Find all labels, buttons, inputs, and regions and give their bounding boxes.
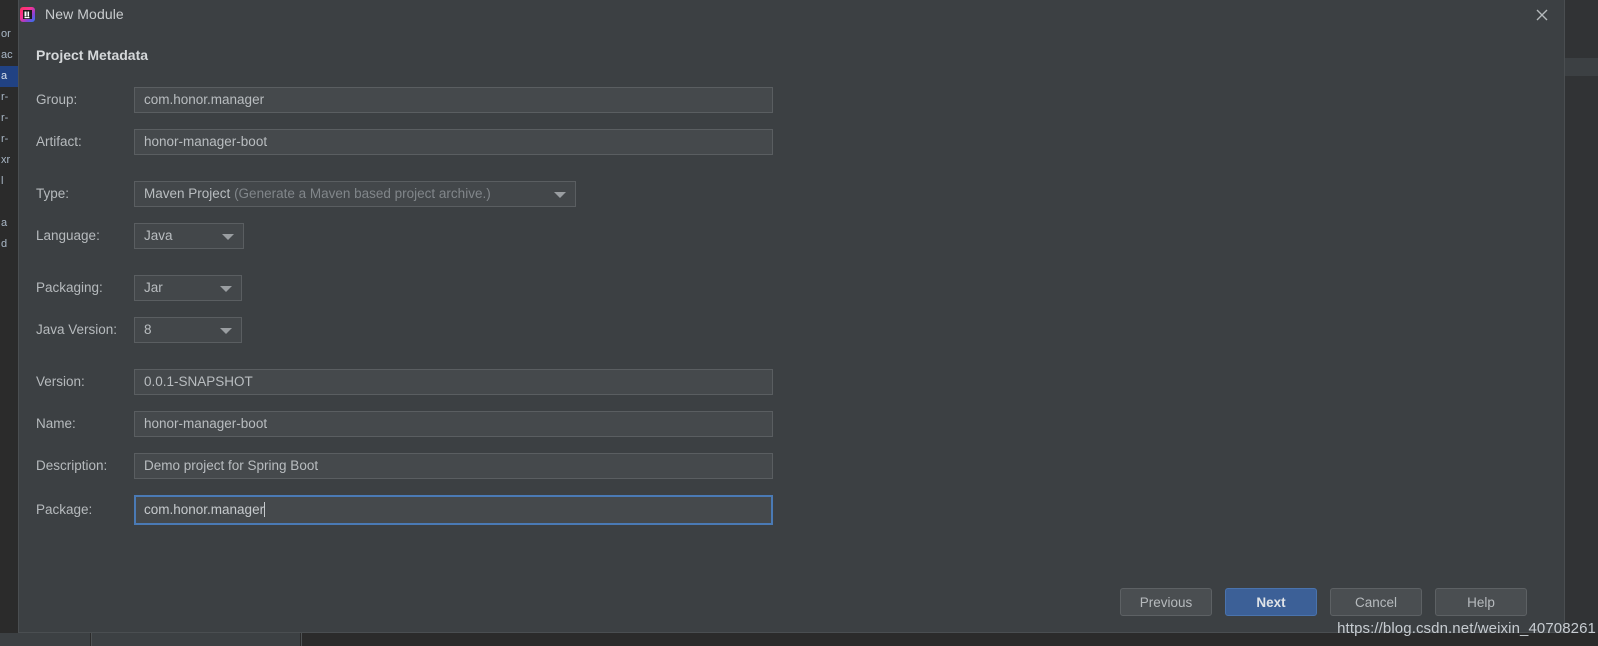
type-dropdown[interactable]: Maven Project (Generate a Maven based pr… [134, 181, 576, 207]
dialog-title-bar: New Module [19, 0, 1564, 31]
package-input[interactable]: com.honor.manager [134, 495, 773, 525]
status-divider-2 [301, 633, 302, 646]
page-title: Project Metadata [36, 47, 149, 63]
packaging-dropdown[interactable]: Jar [134, 275, 242, 301]
chevron-down-icon [220, 328, 232, 334]
language-value: Java [144, 228, 173, 243]
label-artifact: Artifact: [36, 134, 82, 149]
new-module-dialog: New Module Project Metadata Group: com.h… [18, 0, 1565, 633]
status-divider-1 [91, 633, 92, 646]
chevron-down-icon [220, 286, 232, 292]
label-packaging: Packaging: [36, 280, 103, 295]
help-button[interactable]: Help [1435, 588, 1527, 616]
text-caret [264, 502, 266, 517]
language-dropdown[interactable]: Java [134, 223, 244, 249]
watermark-text: https://blog.csdn.net/weixin_40708261 [1337, 620, 1596, 637]
cancel-button[interactable]: Cancel [1330, 588, 1422, 616]
packaging-value: Jar [144, 280, 163, 295]
group-input[interactable]: com.honor.manager [134, 87, 773, 113]
label-name: Name: [36, 416, 76, 431]
chevron-down-icon [554, 192, 566, 198]
package-value: com.honor.manager [144, 502, 265, 517]
previous-button[interactable]: Previous [1120, 588, 1212, 616]
label-java-version: Java Version: [36, 322, 118, 337]
label-language: Language: [36, 228, 100, 243]
java-version-dropdown[interactable]: 8 [134, 317, 242, 343]
label-version: Version: [36, 374, 85, 389]
label-description: Description: [36, 458, 108, 473]
label-type: Type: [36, 186, 70, 201]
ide-right-tool-tab[interactable] [1565, 58, 1598, 76]
close-icon[interactable] [1533, 6, 1551, 24]
java-version-value: 8 [144, 322, 152, 337]
artifact-input[interactable]: honor-manager-boot [134, 129, 773, 155]
intellij-idea-icon [19, 6, 36, 23]
label-package: Package: [36, 502, 93, 517]
type-value: Maven Project [144, 186, 231, 201]
dialog-title: New Module [45, 6, 124, 22]
status-segment-1 [0, 633, 90, 646]
status-segment-2 [92, 633, 300, 646]
label-group: Group: [36, 92, 78, 107]
next-button[interactable]: Next [1225, 588, 1317, 616]
type-hint: (Generate a Maven based project archive.… [234, 186, 491, 201]
chevron-down-icon [222, 234, 234, 240]
ide-right-gutter [1565, 0, 1598, 633]
name-input[interactable]: honor-manager-boot [134, 411, 773, 437]
version-input[interactable]: 0.0.1-SNAPSHOT [134, 369, 773, 395]
description-input[interactable]: Demo project for Spring Boot [134, 453, 773, 479]
